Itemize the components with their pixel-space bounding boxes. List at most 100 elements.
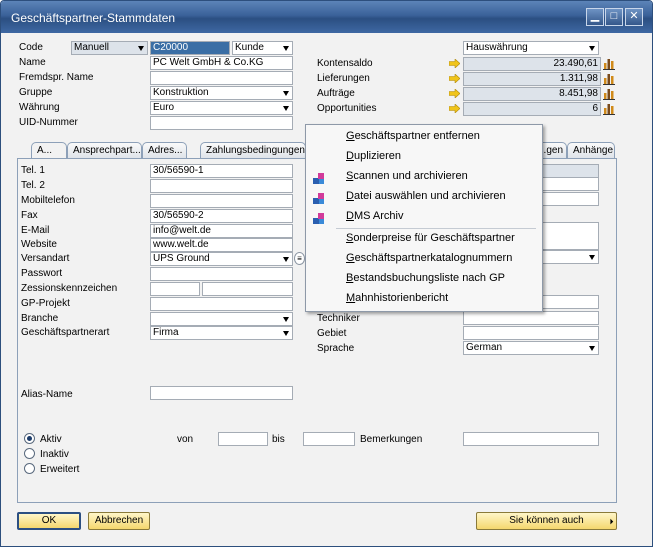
group-label: Gruppe (19, 87, 53, 98)
project-input[interactable] (150, 297, 293, 311)
assignment-input-1[interactable] (150, 282, 200, 296)
menu-item-file-archive[interactable]: Datei auswählen und archivieren (346, 190, 506, 202)
active-radio[interactable] (24, 433, 35, 444)
shipping-label: Versandart (21, 253, 70, 264)
opportunities-label: Opportunities (317, 103, 377, 114)
deliveries-label: Lieferungen (317, 73, 370, 84)
you-can-also-label: Sie können auch (509, 515, 584, 526)
assignment-label: Zessionskennzeichen (21, 283, 118, 294)
foreign-name-label: Fremdspr. Name (19, 72, 94, 83)
menu-item-catalog-numbers[interactable]: Geschäftspartnerkatalognummern (346, 252, 512, 264)
active-label: Aktiv (40, 434, 62, 445)
context-menu: Geschäftspartner entfernen Duplizieren Sca… (305, 124, 543, 312)
bar-chart-icon[interactable] (603, 103, 615, 115)
name-input[interactable]: PC Welt GmbH & Co.KG (150, 56, 293, 70)
scan-archive-icon (313, 173, 324, 184)
tab-payment-terms[interactable]: Zahlungsbedingungen (200, 142, 306, 159)
shipping-select[interactable]: UPS Ground (150, 252, 293, 266)
group-select[interactable]: Konstruktion (150, 86, 293, 100)
bar-chart-icon[interactable] (603, 88, 615, 100)
menu-item-inventory-posting[interactable]: Bestandsbuchungsliste nach GP (346, 272, 505, 284)
website-input[interactable]: www.welt.de (150, 238, 293, 252)
balance-value: 23.490,61 (463, 57, 601, 71)
link-arrow-icon[interactable] (449, 59, 460, 68)
from-label: von (177, 434, 194, 445)
to-label: bis (272, 434, 285, 445)
menu-item-special-prices[interactable]: Sonderpreise für Geschäftspartner (346, 232, 515, 244)
menu-item-scan-archive[interactable]: Scannen und archivieren (346, 170, 468, 182)
menu-item-dms-archive[interactable]: DMS Archiv (346, 210, 403, 222)
project-label: GP-Projekt (21, 298, 70, 309)
territory-input[interactable] (463, 326, 599, 340)
menu-item-dunning-history[interactable]: Mahnhistorienbericht (346, 292, 448, 304)
foreign-name-input[interactable] (150, 71, 293, 85)
tab-addresses[interactable]: Adres... (142, 142, 187, 159)
advanced-radio[interactable] (24, 463, 35, 474)
list-icon[interactable]: ≡ (294, 252, 305, 265)
mobile-input[interactable] (150, 194, 293, 208)
email-label: E-Mail (21, 225, 50, 236)
bp-type-label: Geschäftspartnerart (21, 327, 110, 338)
close-button[interactable]: ✕ (625, 8, 643, 26)
name-label: Name (19, 57, 46, 68)
assignment-input-2[interactable] (202, 282, 293, 296)
minimize-button[interactable]: ▁ (586, 8, 604, 26)
bar-chart-icon[interactable] (603, 73, 615, 85)
inactive-label: Inaktiv (40, 449, 69, 460)
bp-type-select[interactable]: Firma (150, 326, 293, 340)
currency-display-select[interactable]: Hauswährung (463, 41, 599, 55)
dms-archive-icon (313, 213, 324, 224)
menu-item-remove[interactable]: Geschäftspartner entfernen (346, 130, 480, 142)
code-type-select[interactable]: Kunde (232, 41, 293, 55)
file-archive-icon (313, 193, 324, 204)
email-input[interactable]: info@welt.de (150, 224, 293, 238)
to-date-input[interactable] (303, 432, 355, 446)
currency-select[interactable]: Euro (150, 101, 293, 115)
title-bar[interactable]: Geschäftspartner-Stammdaten ▁ □ ✕ (1, 1, 652, 33)
password-label: Passwort (21, 268, 63, 279)
ok-button[interactable]: OK (17, 512, 81, 530)
website-label: Website (21, 239, 57, 250)
link-arrow-icon[interactable] (449, 104, 460, 113)
tel1-input[interactable]: 30/56590-1 (150, 164, 293, 178)
advanced-label: Erweitert (40, 464, 80, 475)
maximize-button[interactable]: □ (605, 8, 623, 26)
menu-separator (336, 228, 536, 229)
tab-attachments[interactable]: Anhänge (567, 142, 615, 159)
bar-chart-icon[interactable] (603, 58, 615, 70)
industry-select[interactable] (150, 312, 293, 326)
code-input[interactable]: C20000 (150, 41, 230, 55)
alias-input[interactable] (150, 386, 293, 400)
tel2-label: Tel. 2 (21, 180, 45, 191)
currency-label: Währung (19, 102, 60, 113)
tel1-label: Tel. 1 (21, 165, 45, 176)
orders-value: 8.451,98 (463, 87, 601, 101)
deliveries-value: 1.311,98 (463, 72, 601, 86)
business-partner-window: Geschäftspartner-Stammdaten ▁ □ ✕ Code M… (0, 0, 653, 547)
link-arrow-icon[interactable] (449, 74, 460, 83)
remarks-input[interactable] (463, 432, 599, 446)
balance-label: Kontensaldo (317, 58, 373, 69)
password-input[interactable] (150, 267, 293, 281)
language-label: Sprache (317, 343, 355, 354)
from-date-input[interactable] (218, 432, 268, 446)
inactive-radio[interactable] (24, 448, 35, 459)
technician-input[interactable] (463, 311, 599, 325)
cancel-button[interactable]: Abbrechen (88, 512, 150, 530)
code-label: Code (19, 42, 43, 53)
mobile-label: Mobiltelefon (21, 195, 75, 206)
vat-input[interactable] (150, 116, 293, 130)
vat-label: UID-Nummer (19, 117, 78, 128)
chevron-down-icon (604, 518, 614, 528)
language-select[interactable]: German (463, 341, 599, 355)
fax-input[interactable]: 30/56590-2 (150, 209, 293, 223)
link-arrow-icon[interactable] (449, 89, 460, 98)
code-series-select[interactable]: Manuell (71, 41, 148, 55)
opportunities-value: 6 (463, 102, 601, 116)
fax-label: Fax (21, 210, 38, 221)
menu-item-duplicate[interactable]: Duplizieren (346, 150, 401, 162)
you-can-also-button[interactable]: Sie können auch (476, 512, 617, 530)
window-title: Geschäftspartner-Stammdaten (11, 11, 176, 25)
tab-contact-persons[interactable]: Ansprechpart... (67, 142, 142, 159)
tel2-input[interactable] (150, 179, 293, 193)
